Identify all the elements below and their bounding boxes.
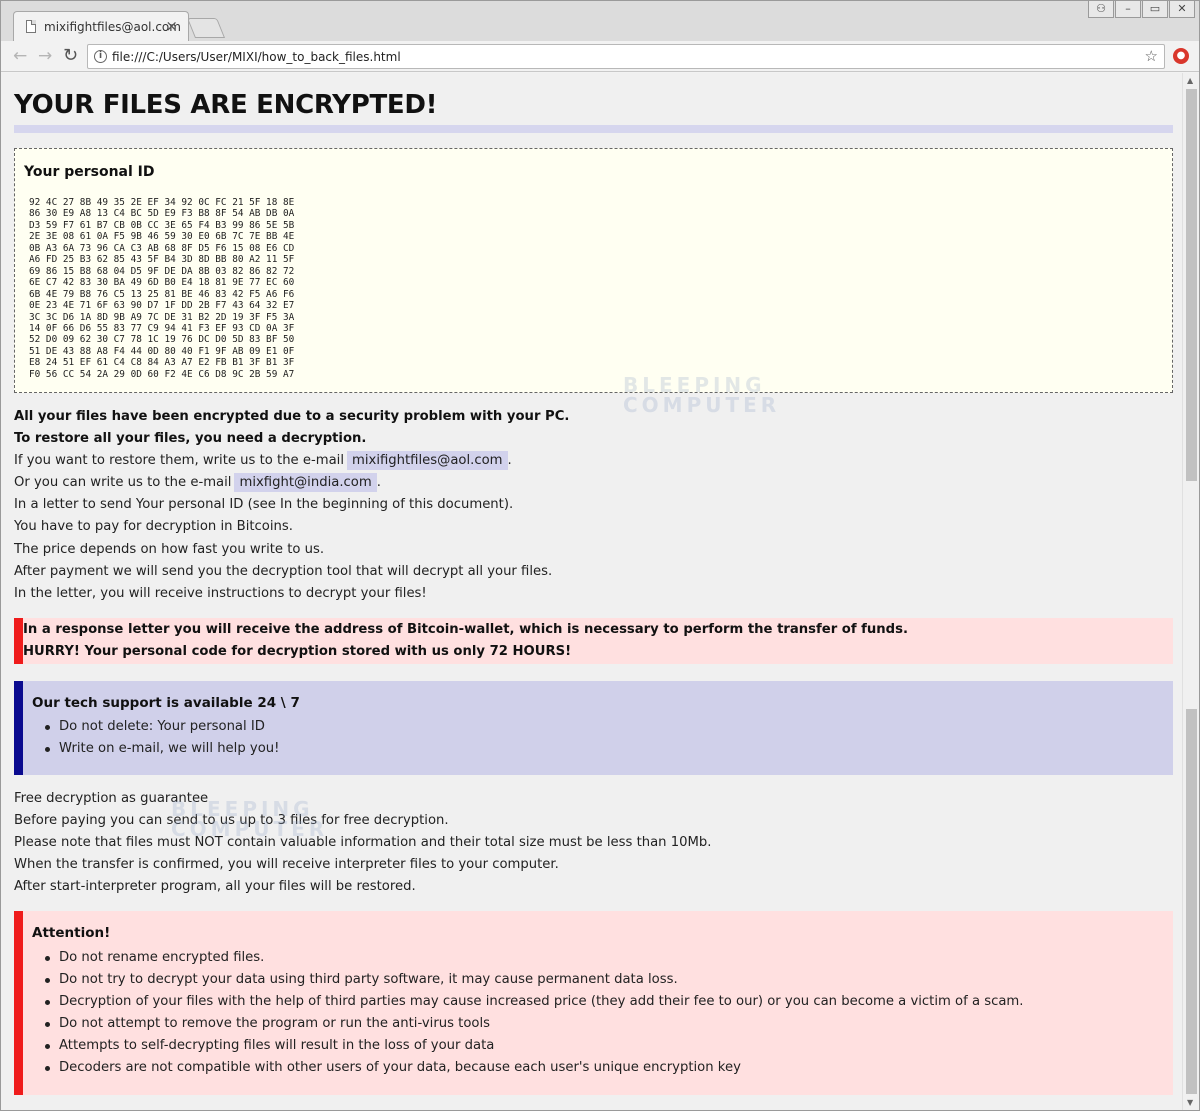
intro-line: In the letter, you will receive instruct… [14,585,427,601]
free-line: After start-interpreter program, all you… [14,879,416,895]
period: . [376,475,381,491]
window-controls: ⚇ – ▭ ✕ [1087,1,1195,18]
list-item: Attempts to self-decrypting files will r… [32,1035,1023,1057]
watermark-line: COMPUTER [623,393,781,417]
free-line: Before paying you can send to us up to 3… [14,813,449,829]
scroll-thumb[interactable] [1186,89,1197,481]
restore-button[interactable]: ▭ [1142,1,1168,18]
list-item: Write on e-mail, we will help you! [32,738,279,760]
attention-title: Attention! [32,925,111,941]
address-bar[interactable]: i file:///C:/Users/User/MIXI/how_to_back… [87,44,1165,69]
tab-title: mixifightfiles@aol.com [44,20,181,34]
free-line: Free decryption as guarantee [14,791,209,806]
intro-text: All your files have been encrypted due t… [14,406,569,605]
title-underline [14,125,1173,133]
intro-line: The price depends on how fast you write … [14,541,325,557]
page-viewport: YOUR FILES ARE ENCRYPTED! Your personal … [1,73,1199,1110]
reload-button[interactable]: ↻ [63,46,78,66]
free-line: When the transfer is confirmed, you will… [14,857,559,873]
page-title: YOUR FILES ARE ENCRYPTED! [14,90,438,120]
intro-line: In a letter to send Your personal ID (se… [14,497,514,513]
free-decryption-text: Free decryption as guarantee Before payi… [14,788,711,898]
extension-icon[interactable]: ● [1173,48,1189,64]
browser-tab[interactable]: mixifightfiles@aol.com × [13,11,189,41]
minimize-button[interactable]: – [1115,1,1141,18]
scroll-up-icon[interactable]: ▲ [1187,76,1193,85]
browser-window: mixifightfiles@aol.com × ⚇ – ▭ ✕ ← → ↻ i… [0,0,1200,1111]
close-window-button[interactable]: ✕ [1169,1,1195,18]
title-bar: mixifightfiles@aol.com × ⚇ – ▭ ✕ [1,1,1199,41]
email-link-2[interactable]: mixfight@india.com [234,473,377,493]
forward-button[interactable]: → [38,46,52,66]
email-link-1[interactable]: mixifightfiles@aol.com [347,451,508,471]
list-item: Decryption of your files with the help o… [32,991,1023,1013]
new-tab-button[interactable] [186,18,226,38]
bookmark-star-icon[interactable]: ☆ [1145,47,1158,65]
list-item: Do not try to decrypt your data using th… [32,969,1023,991]
support-list: Do not delete: Your personal ID Write on… [32,716,279,760]
info-icon[interactable]: i [94,50,107,63]
browser-toolbar: ← → ↻ i file:///C:/Users/User/MIXI/how_t… [1,41,1199,72]
intro-line: After payment we will send you the decry… [14,563,553,579]
scroll-down-icon[interactable]: ▼ [1187,1098,1193,1107]
document-icon [26,20,36,33]
intro-line: You have to pay for decryption in Bitcoi… [14,519,293,535]
intro-line: If you want to restore them, write us to… [14,450,569,472]
hurry-warning-box: In a response letter you will receive th… [14,618,1173,664]
support-title: Our tech support is available 24 \ 7 [32,695,300,711]
period: . [507,453,512,469]
warning-line: In a response letter you will receive th… [23,622,908,637]
intro-line: All your files have been encrypted due t… [14,409,570,424]
email-prompt-1: If you want to restore them, write us to… [14,453,344,469]
personal-id-hex: 92 4C 27 8B 49 35 2E EF 34 92 0C FC 21 5… [29,197,295,380]
warning-line: HURRY! Your personal code for decryption… [23,644,572,660]
list-item: Decoders are not compatible with other u… [32,1057,1023,1079]
vertical-scrollbar[interactable]: ▲ ▼ [1182,73,1199,1110]
free-line: Please note that files must NOT contain … [14,835,712,851]
list-item: Do not attempt to remove the program or … [32,1013,1023,1035]
profile-button[interactable]: ⚇ [1088,1,1114,18]
list-item: Do not delete: Your personal ID [32,716,279,738]
intro-line: Or you can write us to the e-mail mixfigh… [14,472,569,494]
personal-id-title: Your personal ID [24,164,155,180]
list-item: Do not rename encrypted files. [32,947,1023,969]
back-button[interactable]: ← [13,46,27,66]
personal-id-box: Your personal ID 92 4C 27 8B 49 35 2E EF… [14,148,1173,393]
tech-support-box: Our tech support is available 24 \ 7 Do … [14,681,1173,775]
url-text[interactable]: file:///C:/Users/User/MIXI/how_to_back_f… [112,50,401,64]
intro-line: To restore all your files, you need a de… [14,431,367,447]
email-prompt-2: Or you can write us to the e-mail [14,475,232,491]
tab-close-icon[interactable]: × [165,17,178,35]
attention-list: Do not rename encrypted files. Do not tr… [32,947,1023,1080]
attention-box: Attention! Do not rename encrypted files… [14,911,1173,1095]
scroll-track-segment[interactable] [1186,709,1197,1094]
